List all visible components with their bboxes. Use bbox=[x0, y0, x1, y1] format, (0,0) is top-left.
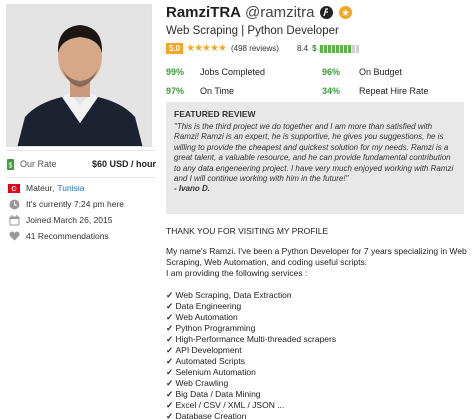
clock-icon bbox=[8, 198, 20, 210]
recommendations-row: 41 Recommendations bbox=[8, 230, 158, 242]
local-time: It's currently 7:24 pm here bbox=[26, 199, 124, 209]
services-list: Web Scraping, Data Extraction Data Engin… bbox=[166, 290, 471, 419]
description-intro: My name's Ramzi. I've been a Python Deve… bbox=[166, 246, 467, 267]
heart-icon bbox=[8, 230, 20, 242]
profile-handle: @ramzitra bbox=[245, 4, 315, 21]
list-item: Web Automation bbox=[166, 312, 471, 323]
featured-review: FEATURED REVIEW "This is the third proje… bbox=[166, 102, 464, 214]
list-item: Big Data / Data Mining bbox=[166, 389, 471, 400]
profile-description: THANK YOU FOR VISITING MY PROFILE My nam… bbox=[166, 226, 471, 419]
tunisia-flag-icon bbox=[8, 182, 20, 194]
calendar-icon bbox=[8, 214, 20, 226]
joined-date: Joined March 26, 2015 bbox=[26, 215, 113, 225]
rating-row: 5.0 ★★★★★ (498 reviews) 8.4 $ bbox=[166, 43, 359, 54]
jobs-completed-label: Jobs Completed bbox=[200, 66, 266, 77]
rate-label: Our Rate bbox=[20, 159, 57, 169]
list-item: Automated Scripts bbox=[166, 356, 471, 367]
list-item: Web Scraping, Data Extraction bbox=[166, 290, 471, 301]
location-row: Mateur, Tunisia bbox=[8, 182, 158, 194]
list-item: Selenium Automation bbox=[166, 367, 471, 378]
preferred-freelancer-badge-icon[interactable] bbox=[339, 6, 353, 19]
list-item: Web Crawling bbox=[166, 378, 471, 389]
jobs-completed-pct: 99% bbox=[166, 66, 185, 77]
freelancer-badge-icon[interactable] bbox=[320, 6, 334, 19]
profile-photo bbox=[6, 4, 152, 147]
list-item: Python Programming bbox=[166, 323, 471, 334]
stats-row: 97% On Time 34% Repeat Hire Rate bbox=[166, 81, 466, 100]
list-item: Excel / CSV / XML / JSON ... bbox=[166, 400, 471, 411]
earnings-score: 8.4 bbox=[296, 44, 309, 53]
repeat-hire-label: Repeat Hire Rate bbox=[359, 85, 429, 96]
description-thanks: THANK YOU FOR VISITING MY PROFILE bbox=[166, 226, 329, 236]
list-item: High-Performance Multi-threaded scrapers bbox=[166, 334, 471, 345]
featured-review-author: - Ivano D. bbox=[174, 184, 211, 194]
description-services-intro: I am providing the following services : bbox=[166, 268, 308, 278]
featured-review-text: "This is the third project we do togethe… bbox=[174, 122, 454, 184]
joined-row: Joined March 26, 2015 bbox=[8, 214, 158, 226]
profile-title: Web Scraping | Python Developer bbox=[166, 25, 339, 37]
earnings-dollar-icon: $ bbox=[312, 44, 317, 53]
recommendations-count: 41 Recommendations bbox=[26, 231, 109, 241]
star-rating-icon: ★★★★★ bbox=[186, 43, 227, 54]
stats-table: 99% Jobs Completed 96% On Budget 97% On … bbox=[166, 62, 466, 100]
rate-tag-icon: $ bbox=[7, 158, 14, 170]
repeat-hire-pct: 34% bbox=[322, 85, 341, 96]
location-city: Mateur, bbox=[26, 183, 55, 193]
list-item: API Development bbox=[166, 345, 471, 356]
profile-name: RamziTRA bbox=[166, 4, 242, 21]
avatar bbox=[7, 5, 151, 146]
profile-header: RamziTRA @ramzitra bbox=[166, 4, 353, 21]
local-time-row: It's currently 7:24 pm here bbox=[8, 198, 158, 210]
location-country-link[interactable]: Tunisia bbox=[57, 183, 84, 193]
on-time-label: On Time bbox=[200, 85, 235, 96]
featured-review-heading: FEATURED REVIEW bbox=[174, 109, 256, 119]
svg-text:$: $ bbox=[9, 162, 13, 169]
reviews-count[interactable]: (498 reviews) bbox=[231, 44, 279, 53]
on-time-pct: 97% bbox=[166, 85, 185, 96]
list-item: Database Creation bbox=[166, 411, 471, 419]
on-budget-pct: 96% bbox=[322, 66, 341, 77]
on-budget-label: On Budget bbox=[359, 66, 403, 77]
rate-value: $60 USD / hour bbox=[91, 159, 156, 169]
our-rate-row: $ Our Rate $60 USD / hour bbox=[6, 150, 156, 178]
earnings-bars-icon bbox=[319, 44, 359, 53]
rating-score: 5.0 bbox=[166, 43, 184, 54]
stats-row: 99% Jobs Completed 96% On Budget bbox=[166, 62, 466, 81]
list-item: Data Engineering bbox=[166, 301, 471, 312]
